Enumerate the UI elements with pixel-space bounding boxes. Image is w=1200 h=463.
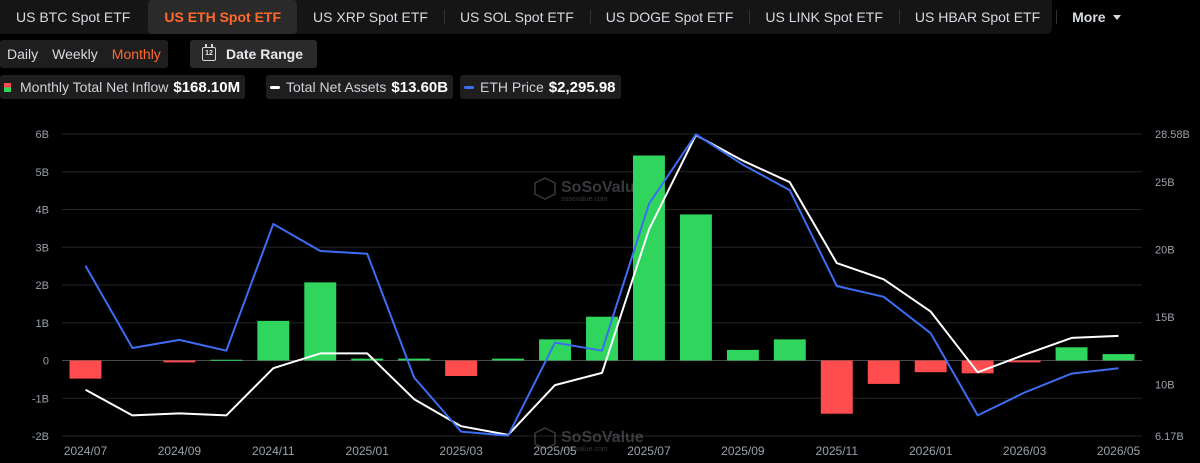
left-tick-label: -2B (32, 431, 49, 443)
right-tick-label: 15B (1155, 312, 1175, 324)
inflow-bar (867, 360, 900, 384)
left-tick-label: 3B (36, 242, 49, 254)
inflow-bar (1055, 347, 1088, 361)
inflow-bar (1008, 360, 1041, 363)
left-tick-label: -1B (32, 393, 49, 405)
right-tick-label: 10B (1155, 379, 1175, 391)
x-tick-label: 2024/11 (252, 444, 295, 458)
inflow-bar (1102, 354, 1135, 361)
inflow-bar (726, 349, 759, 361)
inflow-bar (69, 360, 102, 379)
inflow-bar (914, 360, 947, 373)
watermark-url: sosovalue.com (561, 196, 608, 203)
x-tick-label: 2025/09 (721, 444, 765, 458)
x-tick-label: 2025/05 (533, 444, 577, 458)
x-tick-label: 2026/01 (909, 444, 953, 458)
inflow-bar (257, 320, 290, 361)
right-tick-label: 6.17B (1155, 431, 1184, 443)
left-tick-label: 1B (36, 318, 49, 330)
x-tick-label: 2024/09 (158, 444, 202, 458)
x-tick-label: 2025/03 (439, 444, 483, 458)
watermark-brand: SoSoValue (561, 179, 644, 196)
inflow-bar (820, 360, 853, 414)
x-tick-label: 2025/11 (816, 444, 859, 458)
x-tick-label: 2024/07 (64, 444, 108, 458)
left-tick-label: 4B (36, 205, 49, 217)
left-tick-label: 0 (43, 356, 49, 368)
right-tick-label: 25B (1155, 177, 1175, 189)
inflow-bar (679, 214, 712, 361)
inflow-bar (773, 339, 806, 361)
etf-chart: SoSoValuesosovalue.comSoSoValuesosovalue… (32, 129, 1190, 458)
left-tick-label: 5B (36, 167, 49, 179)
inflow-bar (398, 358, 431, 361)
inflow-bar (351, 358, 384, 361)
left-tick-label: 2B (36, 280, 49, 292)
right-tick-label: 28.58B (1155, 129, 1190, 141)
x-tick-label: 2026/03 (1003, 444, 1047, 458)
inflow-bar (163, 360, 196, 363)
x-tick-label: 2025/07 (627, 444, 671, 458)
inflow-bar (210, 359, 243, 361)
left-tick-label: 6B (36, 129, 49, 141)
x-tick-label: 2025/01 (346, 444, 390, 458)
inflow-bar (304, 282, 337, 361)
x-tick-label: 2026/05 (1097, 444, 1141, 458)
inflow-bar (492, 358, 525, 361)
inflow-bar (445, 360, 478, 376)
watermark-logo-icon (534, 177, 556, 200)
right-tick-label: 20B (1155, 245, 1175, 257)
